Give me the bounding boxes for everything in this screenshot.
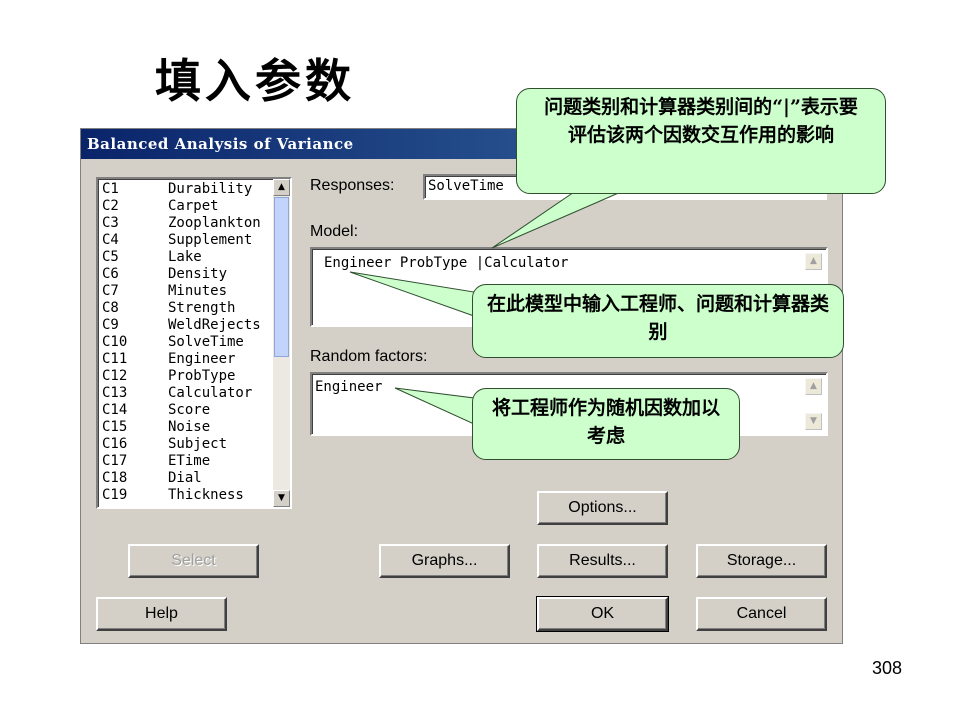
interaction-callout: 问题类别和计算器类别间的“|”表示要评估该两个因数交互作用的影响 — [516, 88, 886, 194]
model-callout-pointer — [349, 271, 475, 317]
random-callout-pointer — [394, 387, 475, 425]
page-number: 308 — [872, 658, 903, 678]
interaction-callout-pointer — [491, 187, 631, 249]
model-callout: 在此模型中输入工程师、问题和计算器类别 — [472, 284, 844, 358]
random-callout: 将工程师作为随机因数加以考虑 — [472, 388, 740, 460]
